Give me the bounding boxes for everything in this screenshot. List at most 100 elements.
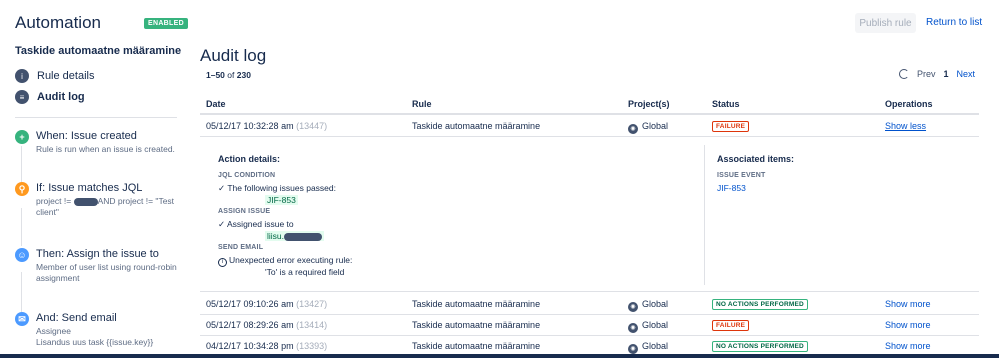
step-trigger[interactable]: + When: Issue created Rule is run when a…	[15, 130, 185, 170]
step-desc-part: project !=	[36, 196, 74, 206]
step-description: Rule is run when an issue is created.	[36, 144, 175, 154]
prev-page-link[interactable]: Prev	[917, 69, 936, 79]
status-badge: FAILURE	[712, 121, 750, 132]
nav-audit-log[interactable]: ≡ Audit log	[15, 89, 85, 105]
nav-label: Rule details	[37, 70, 95, 82]
status-badge: NO ACTIONS PERFORMED	[712, 341, 808, 352]
execution-id: (13414)	[296, 320, 328, 330]
column-header-date: Date	[206, 99, 226, 109]
row-status: FAILURE	[712, 319, 750, 331]
table-row: 05/12/17 09:10:26 am (13427) Taskide aut…	[200, 293, 979, 315]
next-page-link[interactable]: Next	[956, 69, 975, 79]
email-error-text: Unexpected error executing rule:	[229, 255, 353, 265]
date-value: 04/12/17 10:34:28 pm	[206, 341, 294, 351]
execution-id: (13427)	[296, 299, 328, 309]
row-rule: Taskide automaatne määramine	[412, 341, 541, 351]
globe-icon: ◉	[628, 323, 638, 333]
assigned-user: liisu.	[265, 231, 325, 241]
row-date: 05/12/17 08:29:26 am (13414)	[206, 320, 327, 330]
publish-rule-button[interactable]: Publish rule	[855, 13, 916, 33]
search-icon: ⚲	[15, 182, 29, 196]
nav-label: Audit log	[37, 91, 85, 103]
table-row: 05/12/17 10:32:28 am (13447) Taskide aut…	[200, 115, 979, 137]
action-details-heading: Action details:	[218, 154, 281, 164]
nav-rule-details[interactable]: i Rule details	[15, 68, 94, 84]
step-description: Assignee	[36, 326, 71, 336]
assign-issue-label: ASSIGN ISSUE	[218, 208, 271, 215]
row-rule: Taskide automaatne määramine	[412, 320, 541, 330]
column-header-operations: Operations	[885, 99, 933, 109]
step-description: Lisandus uus task {{issue.key}}	[36, 337, 154, 347]
app-title: Automation	[15, 13, 101, 32]
sidebar: Taskide automaatne määramine i Rule deta…	[0, 40, 188, 358]
row-date: 04/12/17 10:34:28 pm (13393)	[206, 341, 327, 351]
show-more-link[interactable]: Show more	[885, 341, 931, 351]
row-date: 05/12/17 09:10:26 am (13427)	[206, 299, 327, 309]
table-row: 05/12/17 08:29:26 am (13414) Taskide aut…	[200, 314, 979, 336]
assigned-user-name: liisu.	[267, 231, 285, 241]
pagination-of: of	[227, 70, 235, 80]
step-description: Member of user list using round-robin as…	[36, 262, 177, 283]
details-divider	[704, 145, 705, 285]
issue-event-label: ISSUE EVENT	[717, 172, 766, 179]
jql-issue-key: JIF-853	[265, 195, 298, 205]
row-status: FAILURE	[712, 120, 750, 132]
redacted-username	[284, 232, 323, 241]
page-title: Audit log	[200, 46, 267, 65]
step-title: If: Issue matches JQL	[36, 182, 143, 194]
associated-issue-link[interactable]: JIF-853	[717, 183, 746, 193]
globe-icon: ◉	[628, 344, 638, 354]
return-to-list-link[interactable]: Return to list	[926, 17, 982, 28]
pagination-range: 1–50	[206, 70, 225, 80]
refresh-icon[interactable]	[898, 69, 909, 79]
show-less-link[interactable]: Show less	[885, 121, 926, 131]
row-project: ◉ Global	[628, 299, 668, 312]
mail-icon: ✉	[15, 312, 29, 326]
step-assign-action[interactable]: ☺ Then: Assign the issue to Member of us…	[15, 248, 185, 298]
user-icon: ☺	[15, 248, 29, 262]
main-content: Audit log 1–50 of 230 Prev 1 Next Date R…	[200, 40, 999, 358]
row-project: ◉ Global	[628, 341, 668, 354]
step-description: project != AND project != "Test client"	[36, 196, 191, 218]
project-name: Global	[642, 320, 669, 330]
row-date: 05/12/17 10:32:28 am (13447)	[206, 121, 327, 131]
info-icon: i	[218, 258, 227, 267]
send-email-label: SEND EMAIL	[218, 244, 264, 251]
row-project: ◉ Global	[628, 121, 668, 134]
step-condition[interactable]: ⚲ If: Issue matches JQL project != AND p…	[15, 182, 185, 232]
current-page: 1	[943, 69, 949, 79]
status-badge: NO ACTIONS PERFORMED	[712, 299, 808, 310]
email-error-detail: 'To' is a required field	[265, 267, 345, 277]
show-more-link[interactable]: Show more	[885, 320, 931, 330]
project-name: Global	[642, 121, 669, 131]
page-header: Automation ENABLED Publish rule Return t…	[0, 0, 999, 44]
jql-condition-label: JQL CONDITION	[218, 172, 276, 179]
jql-condition-text: ✓ The following issues passed:	[218, 183, 336, 193]
step-title: When: Issue created	[36, 130, 137, 142]
send-email-error: i Unexpected error executing rule:	[218, 255, 352, 267]
pager: Prev 1 Next	[898, 69, 975, 79]
project-name: Global	[642, 299, 669, 309]
globe-icon: ◉	[628, 124, 638, 134]
globe-icon: ◉	[628, 302, 638, 312]
step-email-action[interactable]: ✉ And: Send email Assignee Lisandus uus …	[15, 312, 185, 358]
execution-id: (13447)	[296, 121, 328, 131]
redacted-project	[73, 197, 98, 206]
action-details-panel: Action details: JQL CONDITION ✓ The foll…	[200, 137, 979, 292]
row-rule: Taskide automaatne määramine	[412, 299, 541, 309]
plus-icon: +	[15, 130, 29, 144]
step-title: And: Send email	[36, 312, 117, 324]
sidebar-divider	[15, 117, 177, 118]
info-icon: i	[15, 69, 29, 83]
show-more-link[interactable]: Show more	[885, 299, 931, 309]
date-value: 05/12/17 08:29:26 am	[206, 320, 294, 330]
enabled-badge: ENABLED	[144, 18, 188, 29]
assign-issue-text: ✓ Assigned issue to	[218, 219, 294, 229]
pagination-count: 1–50 of 230	[206, 70, 251, 80]
step-title: Then: Assign the issue to	[36, 248, 159, 260]
row-status: NO ACTIONS PERFORMED	[712, 298, 808, 310]
column-header-projects: Project(s)	[628, 99, 670, 109]
execution-id: (13393)	[296, 341, 328, 351]
project-name: Global	[642, 341, 669, 351]
column-header-rule: Rule	[412, 99, 432, 109]
